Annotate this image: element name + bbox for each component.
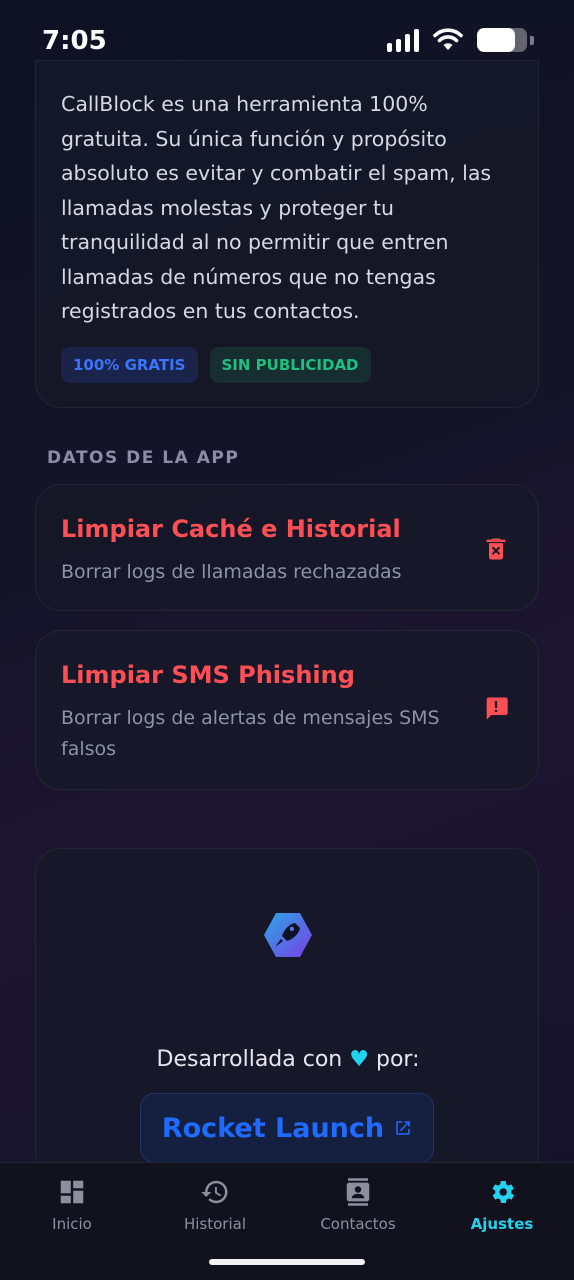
wifi-icon: [433, 28, 463, 50]
home-indicator: [209, 1259, 365, 1265]
about-description: CallBlock es una herramienta 100% gratui…: [61, 92, 492, 323]
trash-x-icon: [486, 538, 506, 560]
history-icon: [201, 1180, 228, 1204]
nav-item-ajustes[interactable]: Ajustes: [437, 1177, 567, 1233]
dashboard-icon: [60, 1180, 84, 1204]
nav-label-historial: Historial: [183, 1215, 246, 1233]
developer-credit: Desarrollada con ♥ por:: [36, 1047, 540, 1072]
developer-credit-suffix: por:: [375, 1047, 420, 1072]
rocket-logo-icon: [264, 913, 312, 957]
developer-credit-prefix: Desarrollada con: [156, 1047, 343, 1072]
contacts-icon: [346, 1178, 370, 1206]
about-card: CallBlock es una herramienta 100% gratui…: [35, 60, 539, 408]
clear-cache-title: Limpiar Caché e Historial: [61, 515, 401, 543]
nav-item-contactos[interactable]: Contactos: [293, 1177, 423, 1233]
status-icons: [387, 28, 534, 52]
sms-alert-icon: [486, 697, 508, 720]
clear-sms-subtitle: Borrar logs de alertas de mensajes SMS f…: [61, 707, 440, 760]
section-title-app-data: DATOS DE LA APP: [47, 448, 240, 468]
clear-sms-title: Limpiar SMS Phishing: [61, 661, 355, 689]
clear-cache-button[interactable]: Limpiar Caché e Historial Borrar logs de…: [35, 484, 539, 611]
nav-label-contactos: Contactos: [320, 1215, 396, 1233]
developer-card: Desarrollada con ♥ por: Rocket Launch: [35, 848, 539, 1178]
heart-icon: ♥: [349, 1047, 369, 1072]
battery-cap: [530, 35, 534, 45]
gear-icon: [492, 1181, 515, 1203]
battery-icon: [477, 28, 527, 52]
free-badge: 100% GRATIS: [61, 347, 198, 383]
about-chips: 100% GRATIS SIN PUBLICIDAD: [61, 347, 371, 383]
no-ads-badge: SIN PUBLICIDAD: [209, 347, 371, 383]
nav-label-inicio: Inicio: [52, 1215, 92, 1233]
nav-item-inicio[interactable]: Inicio: [7, 1177, 137, 1233]
clear-sms-phishing-button[interactable]: Limpiar SMS Phishing Borrar logs de aler…: [35, 630, 539, 790]
external-link-icon: [396, 1121, 410, 1135]
clear-cache-subtitle: Borrar logs de llamadas rechazadas: [61, 561, 402, 583]
rocket-launch-label: Rocket Launch: [161, 1112, 385, 1144]
nav-label-ajustes: Ajustes: [470, 1215, 534, 1233]
rocket-launch-link[interactable]: Rocket Launch: [140, 1093, 434, 1163]
cellular-signal-icon: [387, 28, 419, 52]
nav-item-historial[interactable]: Historial: [150, 1177, 280, 1233]
battery-fill: [477, 28, 515, 52]
status-time: 7:05: [42, 26, 107, 56]
